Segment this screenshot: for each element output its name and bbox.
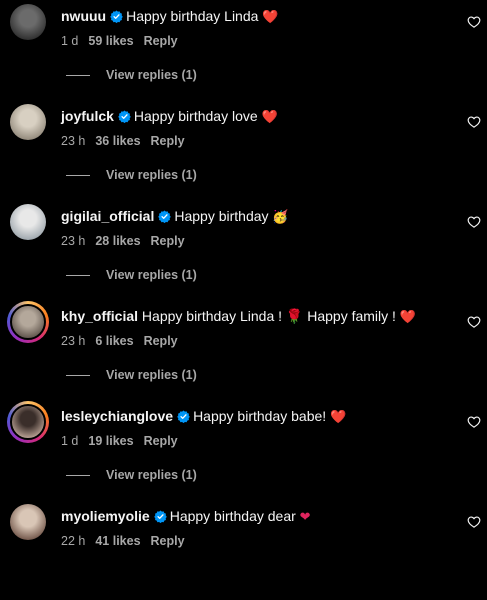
verified-badge-icon bbox=[177, 410, 190, 423]
comment-item: khy_official Happy birthday Linda ! 🌹 Ha… bbox=[0, 300, 487, 400]
timestamp: 1 d bbox=[61, 434, 79, 448]
reply-button[interactable]: Reply bbox=[151, 134, 185, 148]
reply-button[interactable]: Reply bbox=[144, 434, 178, 448]
reply-button[interactable]: Reply bbox=[151, 234, 185, 248]
timestamp: 23 h bbox=[61, 334, 86, 348]
avatar-button[interactable] bbox=[10, 4, 46, 40]
avatar-button[interactable] bbox=[10, 504, 46, 540]
verified-badge-icon bbox=[153, 510, 167, 523]
heart-outline-icon[interactable] bbox=[467, 515, 481, 529]
comment-item: joyfulck Happy birthday love ❤️ 23 h 36 lik… bbox=[0, 100, 487, 200]
avatar[interactable] bbox=[10, 404, 46, 440]
reply-button[interactable]: Reply bbox=[151, 534, 185, 548]
emoji: ❤️ bbox=[399, 309, 416, 324]
username-link[interactable]: myoliemyolie bbox=[61, 508, 150, 524]
heart-outline-icon[interactable] bbox=[467, 15, 481, 29]
comment-list: nwuuu Happy birthday Linda ❤️ 1 d 59 likes R… bbox=[0, 0, 487, 557]
verified-badge-icon bbox=[158, 210, 172, 223]
comment-text: Happy birthday Linda ! 🌹 Happy family ! bbox=[141, 308, 396, 324]
comment-item: lesleychianglove Happy birthday babe! ❤️ 1… bbox=[0, 400, 487, 500]
view-replies-divider bbox=[66, 274, 90, 276]
view-replies-divider bbox=[66, 374, 90, 376]
avatar[interactable] bbox=[10, 304, 46, 340]
comment-text: Happy birthday love bbox=[133, 108, 258, 124]
view-replies-divider bbox=[66, 474, 90, 476]
username-link[interactable]: lesleychianglove bbox=[61, 408, 173, 424]
emoji: ❤️ bbox=[262, 9, 279, 24]
timestamp: 22 h bbox=[61, 534, 86, 548]
verified-badge-icon bbox=[118, 110, 131, 123]
comment-meta: 23 h 28 likes Reply bbox=[61, 234, 195, 248]
view-replies-label[interactable]: View replies (1) bbox=[106, 368, 197, 382]
avatar-button[interactable] bbox=[10, 104, 46, 140]
comment-line: nwuuu Happy birthday Linda ❤️ bbox=[61, 7, 279, 26]
reply-button[interactable]: Reply bbox=[144, 34, 178, 48]
heart-outline-icon[interactable] bbox=[467, 215, 481, 229]
timestamp: 23 h bbox=[61, 134, 86, 148]
heart-outline-icon[interactable] bbox=[467, 315, 481, 329]
timestamp: 23 h bbox=[61, 234, 86, 248]
view-replies-divider bbox=[66, 74, 90, 76]
avatar[interactable] bbox=[10, 204, 46, 240]
likes-count[interactable]: 59 likes bbox=[88, 34, 133, 48]
avatar-story-ring[interactable] bbox=[7, 401, 49, 443]
likes-count[interactable]: 28 likes bbox=[95, 234, 140, 248]
comment-item: nwuuu Happy birthday Linda ❤️ 1 d 59 likes R… bbox=[0, 0, 487, 100]
view-replies-button[interactable]: View replies (1) bbox=[66, 168, 197, 182]
emoji: ❤️ bbox=[261, 109, 278, 124]
emoji: ❤️ bbox=[330, 409, 347, 424]
reply-button[interactable]: Reply bbox=[144, 334, 178, 348]
comment-line: khy_official Happy birthday Linda ! 🌹 Ha… bbox=[61, 307, 416, 326]
comment-line: myoliemyolie Happy birthday dear ❤ bbox=[61, 507, 311, 526]
comment-meta: 1 d 19 likes Reply bbox=[61, 434, 188, 448]
view-replies-divider bbox=[66, 174, 90, 176]
view-replies-button[interactable]: View replies (1) bbox=[66, 68, 197, 82]
username-link[interactable]: joyfulck bbox=[61, 108, 114, 124]
likes-count[interactable]: 41 likes bbox=[95, 534, 140, 548]
comment-text: Happy birthday dear bbox=[169, 508, 296, 524]
username-link[interactable]: gigilai_official bbox=[61, 208, 154, 224]
heart-outline-icon[interactable] bbox=[467, 415, 481, 429]
emoji: 🥳 bbox=[272, 209, 289, 224]
likes-count[interactable]: 36 likes bbox=[95, 134, 140, 148]
avatar-button[interactable] bbox=[10, 204, 46, 240]
comment-line: lesleychianglove Happy birthday babe! ❤️ bbox=[61, 407, 346, 426]
comment-text: Happy birthday babe! bbox=[193, 408, 327, 424]
comment-meta: 22 h 41 likes Reply bbox=[61, 534, 195, 548]
view-replies-label[interactable]: View replies (1) bbox=[106, 468, 197, 482]
avatar[interactable] bbox=[10, 504, 46, 540]
avatar-story-ring[interactable] bbox=[7, 301, 49, 343]
comment-line: joyfulck Happy birthday love ❤️ bbox=[61, 107, 278, 126]
verified-badge-icon bbox=[110, 10, 123, 23]
comment-line: gigilai_official Happy birthday 🥳 bbox=[61, 207, 289, 226]
comment-text: Happy birthday bbox=[174, 208, 269, 224]
comment-text: Happy birthday Linda bbox=[126, 8, 259, 24]
likes-count[interactable]: 6 likes bbox=[95, 334, 133, 348]
view-replies-label[interactable]: View replies (1) bbox=[106, 168, 197, 182]
comment-item: myoliemyolie Happy birthday dear ❤ 22 h 41 … bbox=[0, 500, 487, 600]
heart-outline-icon[interactable] bbox=[467, 115, 481, 129]
username-link[interactable]: nwuuu bbox=[61, 8, 106, 24]
comment-meta: 1 d 59 likes Reply bbox=[61, 34, 188, 48]
view-replies-button[interactable]: View replies (1) bbox=[66, 368, 197, 382]
view-replies-button[interactable]: View replies (1) bbox=[66, 468, 197, 482]
timestamp: 1 d bbox=[61, 34, 79, 48]
comment-meta: 23 h 6 likes Reply bbox=[61, 334, 188, 348]
avatar[interactable] bbox=[10, 4, 46, 40]
view-replies-button[interactable]: View replies (1) bbox=[66, 268, 197, 282]
comment-meta: 23 h 36 likes Reply bbox=[61, 134, 195, 148]
view-replies-label[interactable]: View replies (1) bbox=[106, 68, 197, 82]
likes-count[interactable]: 19 likes bbox=[88, 434, 133, 448]
comment-item: gigilai_official Happy birthday 🥳 23 h 28 l… bbox=[0, 200, 487, 300]
emoji: ❤ bbox=[299, 509, 311, 524]
view-replies-label[interactable]: View replies (1) bbox=[106, 268, 197, 282]
username-link[interactable]: khy_official bbox=[61, 308, 138, 324]
avatar[interactable] bbox=[10, 104, 46, 140]
